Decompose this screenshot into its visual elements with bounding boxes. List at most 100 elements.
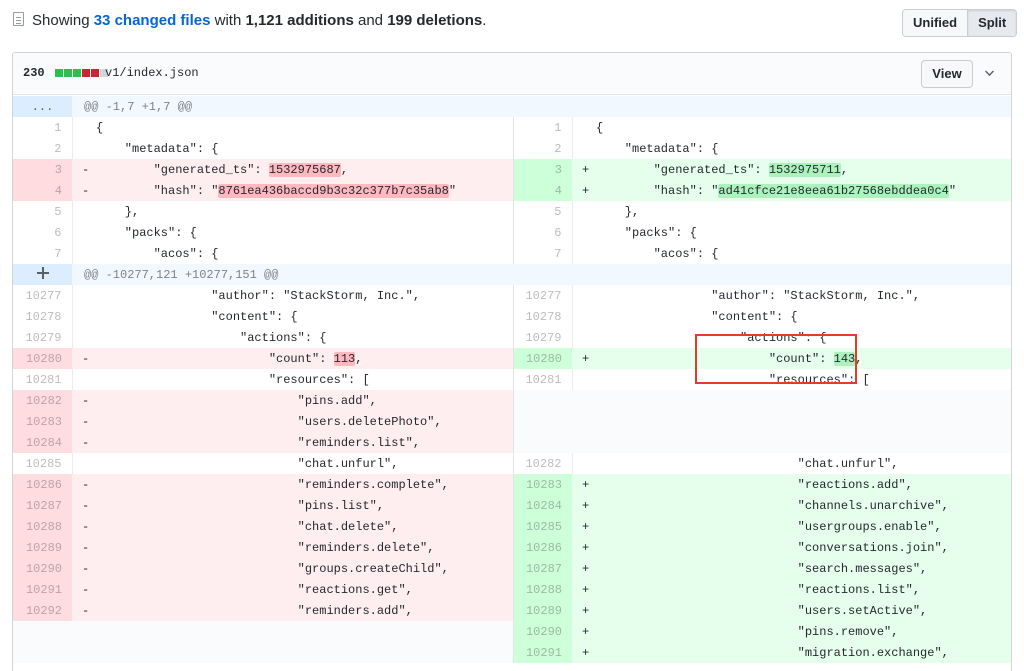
- deletion-marker: -: [72, 180, 96, 201]
- context-row: 10285 "chat.unfurl", 10282 "chat.unfurl",: [13, 453, 1011, 474]
- line-number[interactable]: 7: [13, 243, 73, 264]
- line-number[interactable]: 10291: [13, 579, 72, 600]
- line-number[interactable]: 5: [13, 201, 73, 222]
- deletion-marker: -: [72, 474, 96, 495]
- summary-with: with: [210, 12, 246, 29]
- code-cell: "users.setActive",: [596, 600, 1011, 621]
- addition-marker: +: [572, 495, 596, 516]
- code-cell: "reminders.list",: [96, 432, 514, 453]
- summary-suffix: .: [482, 12, 487, 29]
- marker: [72, 327, 96, 348]
- diffstat-block: [82, 69, 90, 77]
- marker: [572, 327, 596, 348]
- code-cell: "author": "StackStorm, Inc.",: [96, 285, 514, 306]
- line-number[interactable]: 1: [513, 117, 573, 138]
- marker: [72, 453, 96, 474]
- marker: [72, 306, 96, 327]
- code-cell: "count": 143,: [596, 348, 1011, 369]
- code-cell: "resources": [: [596, 372, 870, 387]
- line-number[interactable]: 1: [13, 117, 73, 138]
- code-text: "generated_ts":: [596, 162, 769, 177]
- file-diff: 230 v1/index.json View ... @@ -1,7 +1,7 @…: [12, 52, 1012, 671]
- code-cell: "reminders.complete",: [96, 474, 514, 495]
- deletion-marker: -: [72, 348, 96, 369]
- line-number[interactable]: 10289: [13, 537, 72, 558]
- line-number[interactable]: 10280: [513, 348, 572, 369]
- line-number[interactable]: 10284: [513, 495, 572, 516]
- code-cell: "metadata": {: [96, 138, 514, 159]
- chevron-down-icon[interactable]: [985, 67, 994, 76]
- code-cell: "acos": {: [596, 246, 719, 261]
- line-number[interactable]: 10277: [513, 285, 573, 306]
- line-number[interactable]: 4: [513, 180, 572, 201]
- expand-lines-button[interactable]: [13, 264, 72, 285]
- line-number[interactable]: 10291: [513, 642, 572, 663]
- line-number[interactable]: 10292: [13, 600, 72, 621]
- line-number[interactable]: 10288: [513, 579, 572, 600]
- view-file-button[interactable]: View: [921, 60, 973, 88]
- line-number[interactable]: 10287: [13, 495, 72, 516]
- expand-lines-button[interactable]: ...: [13, 96, 72, 117]
- line-number[interactable]: 10285: [513, 516, 572, 537]
- code-cell: {: [596, 120, 604, 135]
- changed-row: 10288- "chat.delete", 10285 + "usergroups.…: [13, 516, 1011, 537]
- line-number[interactable]: 4: [13, 180, 72, 201]
- line-number[interactable]: 10290: [513, 621, 572, 642]
- line-number[interactable]: 10286: [513, 537, 572, 558]
- deletion-marker: -: [72, 411, 96, 432]
- deletion-marker: -: [72, 516, 96, 537]
- line-number[interactable]: 10288: [13, 516, 72, 537]
- line-number[interactable]: 10279: [13, 327, 73, 348]
- changed-row: 10287- "pins.list", 10284 + "channels.unar…: [13, 495, 1011, 516]
- marker: [72, 138, 96, 159]
- empty-cell: [513, 432, 1011, 453]
- line-number[interactable]: 10282: [513, 453, 573, 474]
- empty-cell: [513, 411, 1011, 432]
- addition-marker: +: [572, 600, 596, 621]
- code-cell: "channels.unarchive",: [596, 495, 1011, 516]
- line-number[interactable]: 5: [513, 201, 573, 222]
- additions-count: 1,121 additions: [245, 12, 354, 29]
- line-number[interactable]: 10284: [13, 432, 72, 453]
- deletion-marker: -: [72, 390, 96, 411]
- line-number[interactable]: 10279: [513, 327, 573, 348]
- changed-files-link[interactable]: 33 changed files: [94, 12, 211, 29]
- line-number[interactable]: 3: [513, 159, 572, 180]
- line-number[interactable]: 10283: [513, 474, 572, 495]
- line-number[interactable]: 6: [513, 222, 573, 243]
- line-number[interactable]: 2: [13, 138, 73, 159]
- empty-cell: [13, 642, 514, 663]
- diff-summary-bar: Showing 33 changed files with 1,121 addi…: [0, 0, 1024, 44]
- line-number[interactable]: 10280: [13, 348, 72, 369]
- hunk-header-row: ... @@ -1,7 +1,7 @@: [13, 96, 1011, 117]
- line-number[interactable]: 10283: [13, 411, 72, 432]
- line-number[interactable]: 10277: [13, 285, 73, 306]
- line-number[interactable]: 3: [13, 159, 72, 180]
- line-number[interactable]: 10278: [513, 306, 573, 327]
- line-number[interactable]: 10287: [513, 558, 572, 579]
- split-view-button[interactable]: Split: [967, 10, 1017, 36]
- line-number[interactable]: 10286: [13, 474, 72, 495]
- deletion-row: 10283- "users.deletePhoto",: [13, 411, 1011, 432]
- diff-view-toggle: Unified Split: [902, 9, 1018, 37]
- addition-marker: +: [572, 180, 596, 201]
- file-change-count: 230: [23, 66, 45, 80]
- marker: [72, 222, 96, 243]
- context-row: 10281 "resources": [10281 "resources": [: [13, 369, 1011, 390]
- line-number[interactable]: 6: [13, 222, 73, 243]
- line-number[interactable]: 2: [513, 138, 573, 159]
- line-number[interactable]: 10278: [13, 306, 73, 327]
- line-number[interactable]: 10281: [513, 369, 573, 390]
- context-row: 1{1{: [13, 117, 1011, 138]
- line-number[interactable]: 10281: [13, 369, 73, 390]
- code-text: ,: [355, 351, 363, 366]
- changed-text-highlight: 8761ea436baccd9b3c32c377b7c35ab8: [218, 183, 449, 198]
- line-number[interactable]: 10282: [13, 390, 72, 411]
- line-number[interactable]: 10290: [13, 558, 72, 579]
- line-number[interactable]: 7: [513, 243, 573, 264]
- line-number[interactable]: 10289: [513, 600, 572, 621]
- diffstat-block: [73, 69, 81, 77]
- addition-marker: +: [572, 537, 596, 558]
- line-number[interactable]: 10285: [13, 453, 73, 474]
- unified-view-button[interactable]: Unified: [903, 10, 968, 36]
